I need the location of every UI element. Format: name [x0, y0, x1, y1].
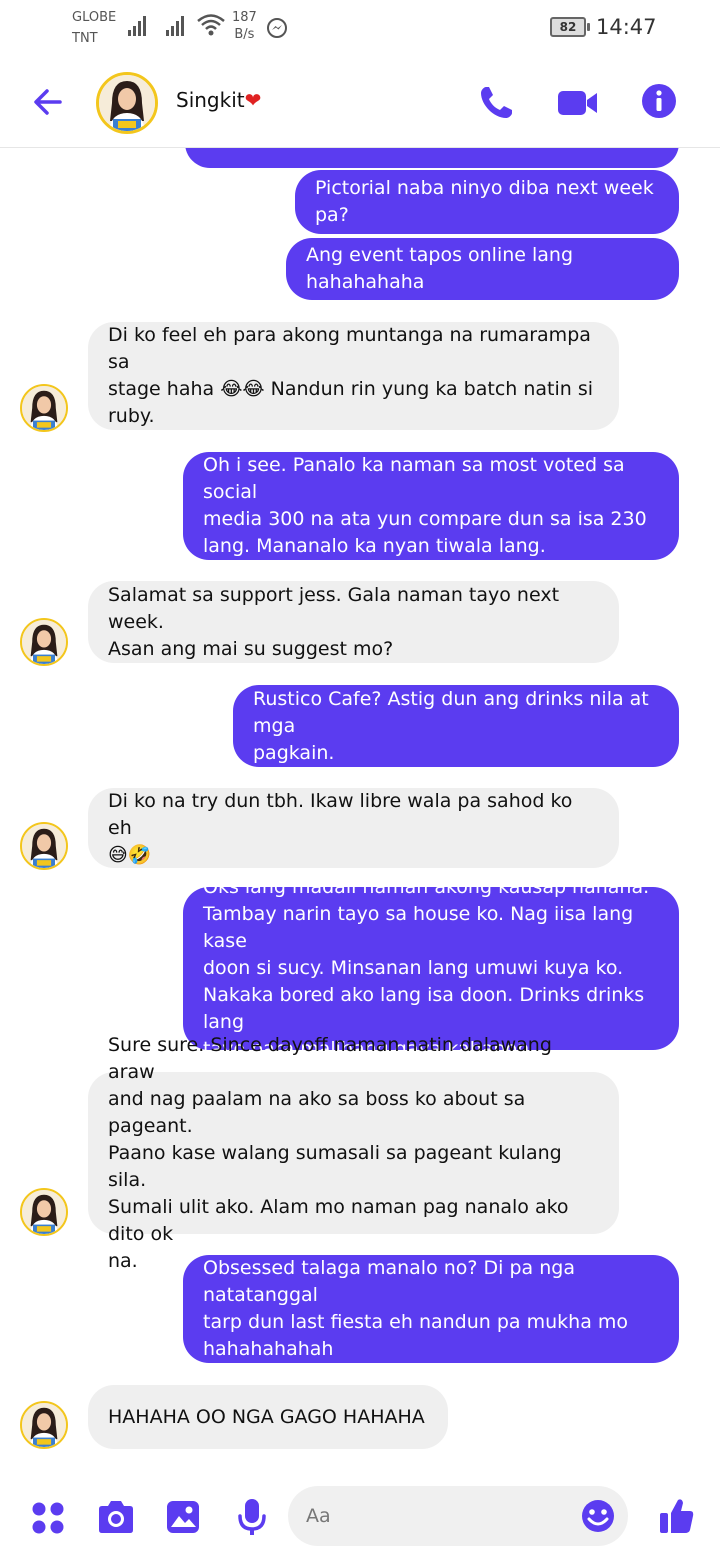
message-text: Sure sure. Since dayoff naman natin dala… [108, 1033, 569, 1272]
speed-value: 187 [232, 10, 257, 25]
clock: 14:47 [596, 15, 657, 39]
message-bubble-partial[interactable] [185, 148, 679, 168]
message-thread[interactable]: Pictorial naba ninyo diba next week pa? … [0, 148, 720, 1470]
message-text: Ang event tapos online lang hahahahaha [306, 244, 574, 293]
contact-name-text: Singkit [176, 88, 245, 112]
phone-icon[interactable] [476, 83, 516, 123]
back-arrow-icon[interactable] [28, 82, 68, 122]
message-bubble-out[interactable]: Obsessed talaga manalo no? Di pa nga nat… [183, 1255, 679, 1363]
message-text: Obsessed talaga manalo no? Di pa nga nat… [203, 1257, 629, 1360]
contact-avatar[interactable] [96, 72, 158, 134]
signal-icon [128, 14, 152, 36]
speed-unit: B/s [234, 27, 255, 42]
carrier-1: GLOBE [72, 10, 117, 25]
message-bubble-in[interactable]: Di ko feel eh para akong muntanga na rum… [88, 322, 619, 430]
message-text: Di ko feel eh para akong muntanga na rum… [108, 324, 594, 427]
network-speed: 187 B/s [232, 9, 257, 43]
wifi-icon [197, 14, 225, 36]
avatar-portrait-icon [22, 1403, 66, 1447]
camera-icon[interactable] [96, 1499, 136, 1535]
heart-emoji: ❤ [244, 88, 262, 112]
message-bubble-out[interactable]: Rustico Cafe? Astig dun ang drinks nila … [233, 685, 679, 767]
menu-dots-icon[interactable] [30, 1500, 66, 1536]
contact-avatar-small[interactable] [20, 822, 68, 870]
message-text: Rustico Cafe? Astig dun ang drinks nila … [253, 687, 649, 764]
contact-avatar-small[interactable] [20, 384, 68, 432]
thumbs-up-icon[interactable] [658, 1496, 696, 1536]
avatar-portrait-icon [22, 824, 66, 868]
gallery-icon[interactable] [165, 1499, 201, 1535]
avatar-portrait-icon [22, 386, 66, 430]
message-bubble-in[interactable]: HAHAHA OO NGA GAGO HAHAHA [88, 1385, 448, 1449]
message-bubble-out[interactable]: Pictorial naba ninyo diba next week pa? [295, 170, 679, 234]
avatar-portrait-icon [22, 620, 66, 664]
contact-avatar-small[interactable] [20, 1188, 68, 1236]
message-bubble-out[interactable]: Oh i see. Panalo ka naman sa most voted … [183, 452, 679, 560]
message-composer [0, 1470, 720, 1560]
message-bubble-out[interactable]: Ang event tapos online lang hahahahaha [286, 238, 679, 300]
status-bar: GLOBE TNT 187 B/s 82 14:47 [0, 0, 720, 58]
message-bubble-in[interactable]: Salamat sa support jess. Gala naman tayo… [88, 581, 619, 663]
message-text: HAHAHA OO NGA GAGO HAHAHA [108, 1405, 425, 1428]
message-bubble-in[interactable]: Di ko na try dun tbh. Ikaw libre wala pa… [88, 788, 619, 868]
message-text: Di ko na try dun tbh. Ikaw libre wala pa… [108, 789, 573, 866]
microphone-icon[interactable] [236, 1497, 268, 1537]
message-text: Salamat sa support jess. Gala naman tayo… [108, 583, 560, 660]
message-bubble-in[interactable]: Sure sure. Since dayoff naman natin dala… [88, 1034, 619, 1272]
carrier-2: TNT [72, 31, 98, 46]
message-input[interactable] [288, 1486, 628, 1546]
conversation-header: Singkit❤ [0, 58, 720, 148]
contact-avatar-small[interactable] [20, 618, 68, 666]
message-bubble-out[interactable]: Oks lang madali naman akong kausap hahah… [183, 876, 679, 1060]
messenger-notification-icon [267, 18, 287, 38]
info-icon[interactable] [640, 82, 678, 120]
signal-icon-2 [166, 14, 190, 36]
avatar-portrait-icon [22, 1190, 66, 1234]
contact-name[interactable]: Singkit❤ [176, 88, 261, 112]
message-text: Oh i see. Panalo ka naman sa most voted … [203, 454, 647, 557]
battery-indicator: 82 [550, 17, 590, 37]
emoji-icon[interactable] [580, 1498, 616, 1534]
message-text: Pictorial naba ninyo diba next week pa? [315, 177, 654, 226]
avatar-portrait-icon [99, 75, 155, 131]
video-call-icon[interactable] [556, 83, 600, 123]
contact-avatar-small[interactable] [20, 1401, 68, 1449]
